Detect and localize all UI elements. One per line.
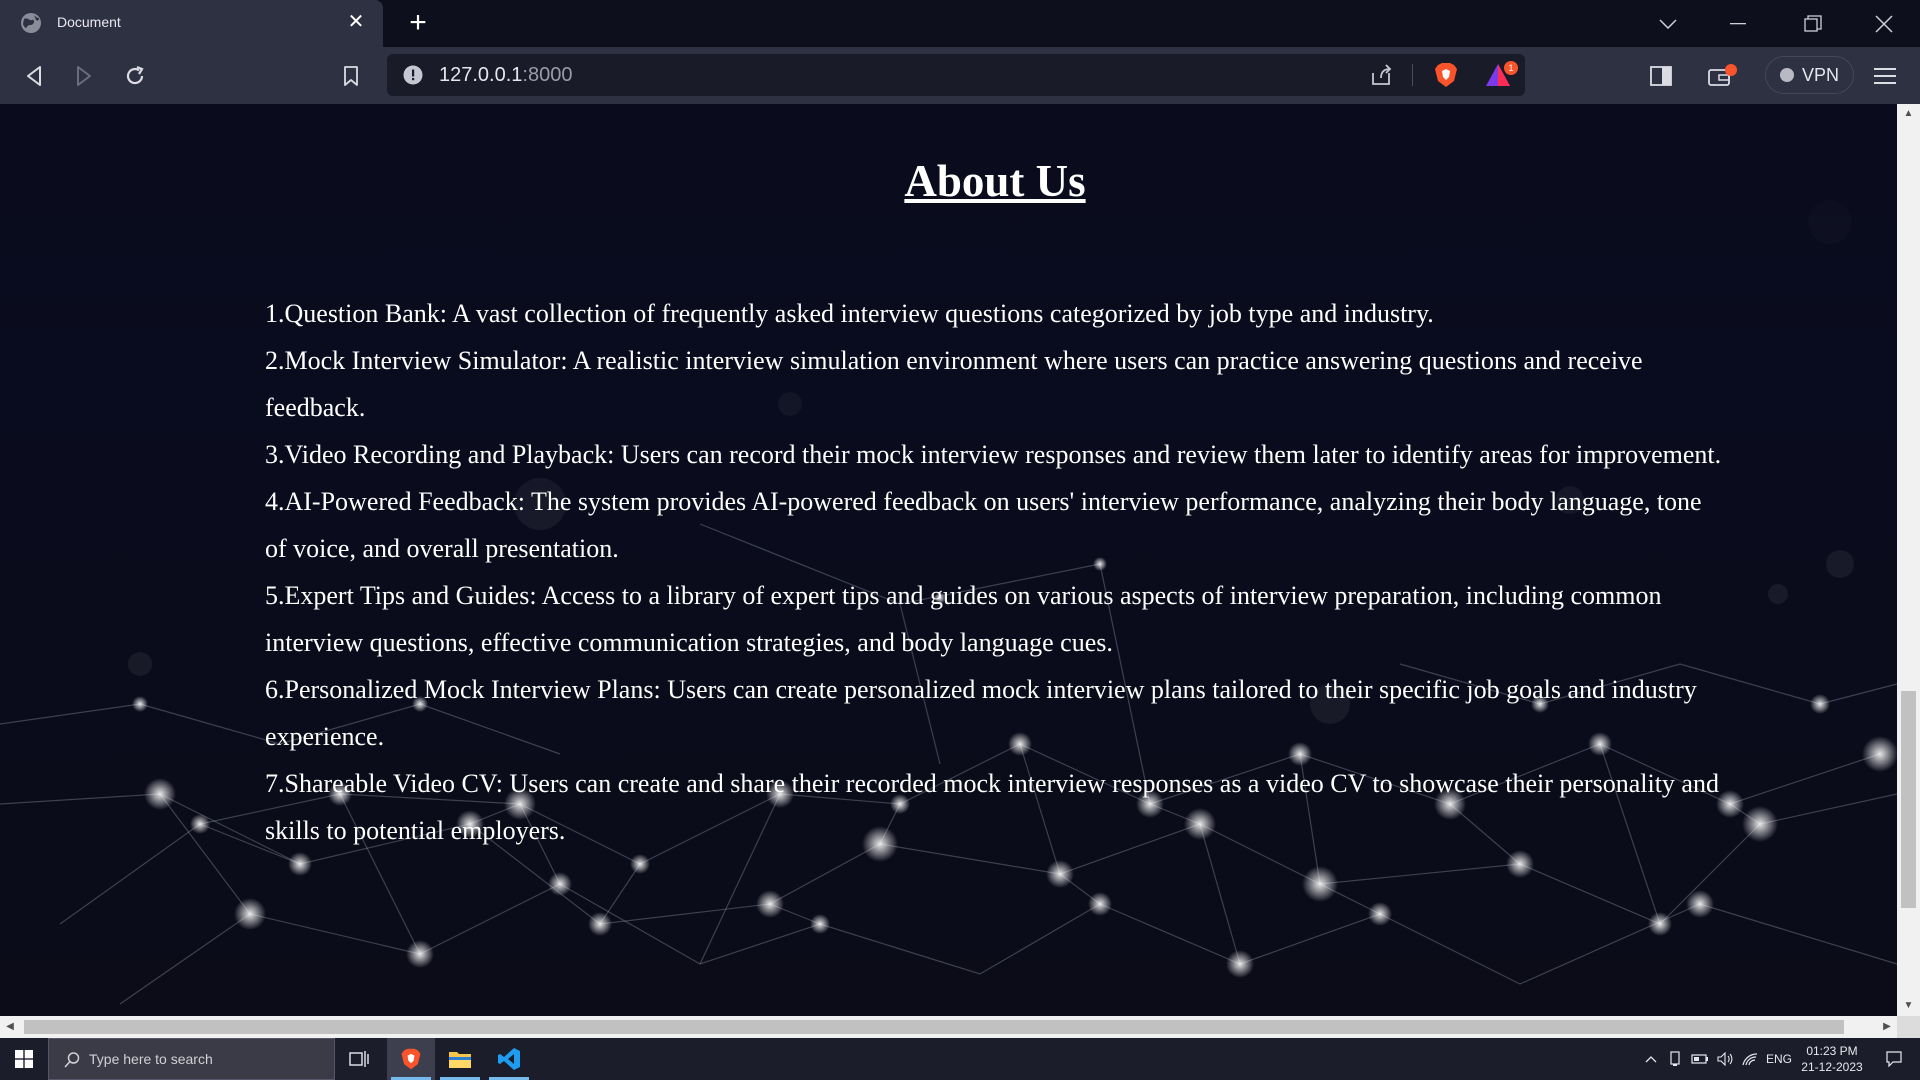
device-icon[interactable] <box>1664 1038 1686 1080</box>
globe-icon <box>21 13 41 33</box>
bookmark-button[interactable] <box>334 59 368 93</box>
notification-center-button[interactable] <box>1874 1038 1914 1080</box>
language-text: ENG <box>1765 1052 1792 1066</box>
brave-shields-icon[interactable] <box>1432 61 1460 89</box>
wallet-button[interactable] <box>1706 59 1740 93</box>
notification-icon <box>1886 1051 1902 1067</box>
url-text[interactable]: 127.0.0.1:8000 <box>439 64 572 87</box>
feature-item: 7.Shareable Video CV: Users can create a… <box>265 769 1719 845</box>
sidebar-toggle-button[interactable] <box>1644 59 1678 93</box>
task-view-icon <box>349 1051 369 1067</box>
browser-tab[interactable]: Document ✕ <box>0 0 383 47</box>
task-view-button[interactable] <box>335 1038 383 1080</box>
vertical-scroll-thumb[interactable] <box>1901 691 1916 908</box>
vpn-button[interactable]: VPN <box>1765 56 1854 94</box>
vertical-scrollbar[interactable]: ▲ ▼ <box>1897 104 1920 1016</box>
taskbar-search-box[interactable]: Type here to search <box>48 1038 335 1080</box>
about-section: About Us 1.Question Bank: A vast collect… <box>265 154 1725 854</box>
volume-icon[interactable] <box>1714 1038 1736 1080</box>
menu-button[interactable] <box>1868 59 1902 93</box>
brave-browser-icon <box>401 1048 421 1070</box>
page-title: About Us <box>904 156 1086 206</box>
tab-strip: Document ✕ + <box>0 0 1920 47</box>
address-divider <box>1412 64 1413 86</box>
close-window-button[interactable] <box>1852 0 1916 47</box>
taskbar-file-explorer[interactable] <box>436 1038 484 1080</box>
scrollbar-corner <box>1897 1016 1920 1038</box>
vpn-label: VPN <box>1801 64 1839 85</box>
language-indicator[interactable]: ENG <box>1764 1038 1794 1080</box>
svg-text:1: 1 <box>1508 63 1513 73</box>
forward-button[interactable] <box>67 59 101 93</box>
feature-item: 2.Mock Interview Simulator: A realistic … <box>265 346 1643 422</box>
browser-toolbar: 127.0.0.1:8000 1 VPN <box>0 47 1920 104</box>
search-placeholder: Type here to search <box>89 1051 213 1067</box>
share-icon[interactable] <box>1369 63 1393 87</box>
minimize-button[interactable] <box>1706 0 1770 47</box>
system-clock[interactable]: 01:23 PM 21-12-2023 <box>1792 1043 1872 1075</box>
taskbar-brave[interactable] <box>387 1038 435 1080</box>
clock-date: 21-12-2023 <box>1801 1060 1863 1074</box>
scroll-right-arrow-icon[interactable]: ▶ <box>1877 1016 1897 1038</box>
scroll-left-arrow-icon[interactable]: ◀ <box>0 1016 20 1038</box>
vscode-icon <box>498 1048 520 1070</box>
tab-list-chevron-icon[interactable] <box>1636 0 1700 47</box>
search-icon <box>64 1052 80 1068</box>
start-button[interactable] <box>0 1038 48 1080</box>
brave-rewards-icon[interactable]: 1 <box>1484 60 1520 92</box>
reload-button[interactable] <box>118 59 152 93</box>
windows-logo-icon <box>15 1050 33 1068</box>
new-tab-button[interactable]: + <box>402 7 434 39</box>
page-viewport: About Us 1.Question Bank: A vast collect… <box>0 104 1897 1016</box>
battery-icon[interactable] <box>1688 1038 1712 1080</box>
horizontal-scrollbar[interactable]: ◀ ▶ <box>0 1016 1897 1038</box>
clock-time: 01:23 PM <box>1806 1044 1858 1058</box>
feature-item: 6.Personalized Mock Interview Plans: Use… <box>265 675 1697 751</box>
feature-item: 1.Question Bank: A vast collection of fr… <box>265 299 1434 328</box>
feature-list: 1.Question Bank: A vast collection of fr… <box>265 290 1725 854</box>
tab-title: Document <box>57 14 121 30</box>
feature-item: 4.AI-Powered Feedback: The system provid… <box>265 487 1702 563</box>
scroll-up-arrow-icon[interactable]: ▲ <box>1897 104 1920 124</box>
site-info-icon[interactable] <box>403 65 423 85</box>
scroll-down-arrow-icon[interactable]: ▼ <box>1897 996 1920 1016</box>
taskbar: Type here to search ENG 01:23 PM 21-12-2… <box>0 1038 1920 1080</box>
vpn-status-icon <box>1779 68 1794 82</box>
horizontal-scroll-thumb[interactable] <box>24 1020 1844 1034</box>
feature-item: 3.Video Recording and Playback: Users ca… <box>265 440 1722 469</box>
back-button[interactable] <box>17 59 51 93</box>
address-bar[interactable]: 127.0.0.1:8000 1 <box>387 54 1525 96</box>
show-hidden-icons-chevron-icon[interactable] <box>1640 1038 1662 1080</box>
feature-item: 5.Expert Tips and Guides: Access to a li… <box>265 581 1662 657</box>
taskbar-vscode[interactable] <box>485 1038 533 1080</box>
restore-button[interactable] <box>1781 0 1845 47</box>
wifi-icon[interactable] <box>1738 1038 1762 1080</box>
folder-icon <box>449 1052 471 1068</box>
tab-close-icon[interactable]: ✕ <box>343 9 369 35</box>
